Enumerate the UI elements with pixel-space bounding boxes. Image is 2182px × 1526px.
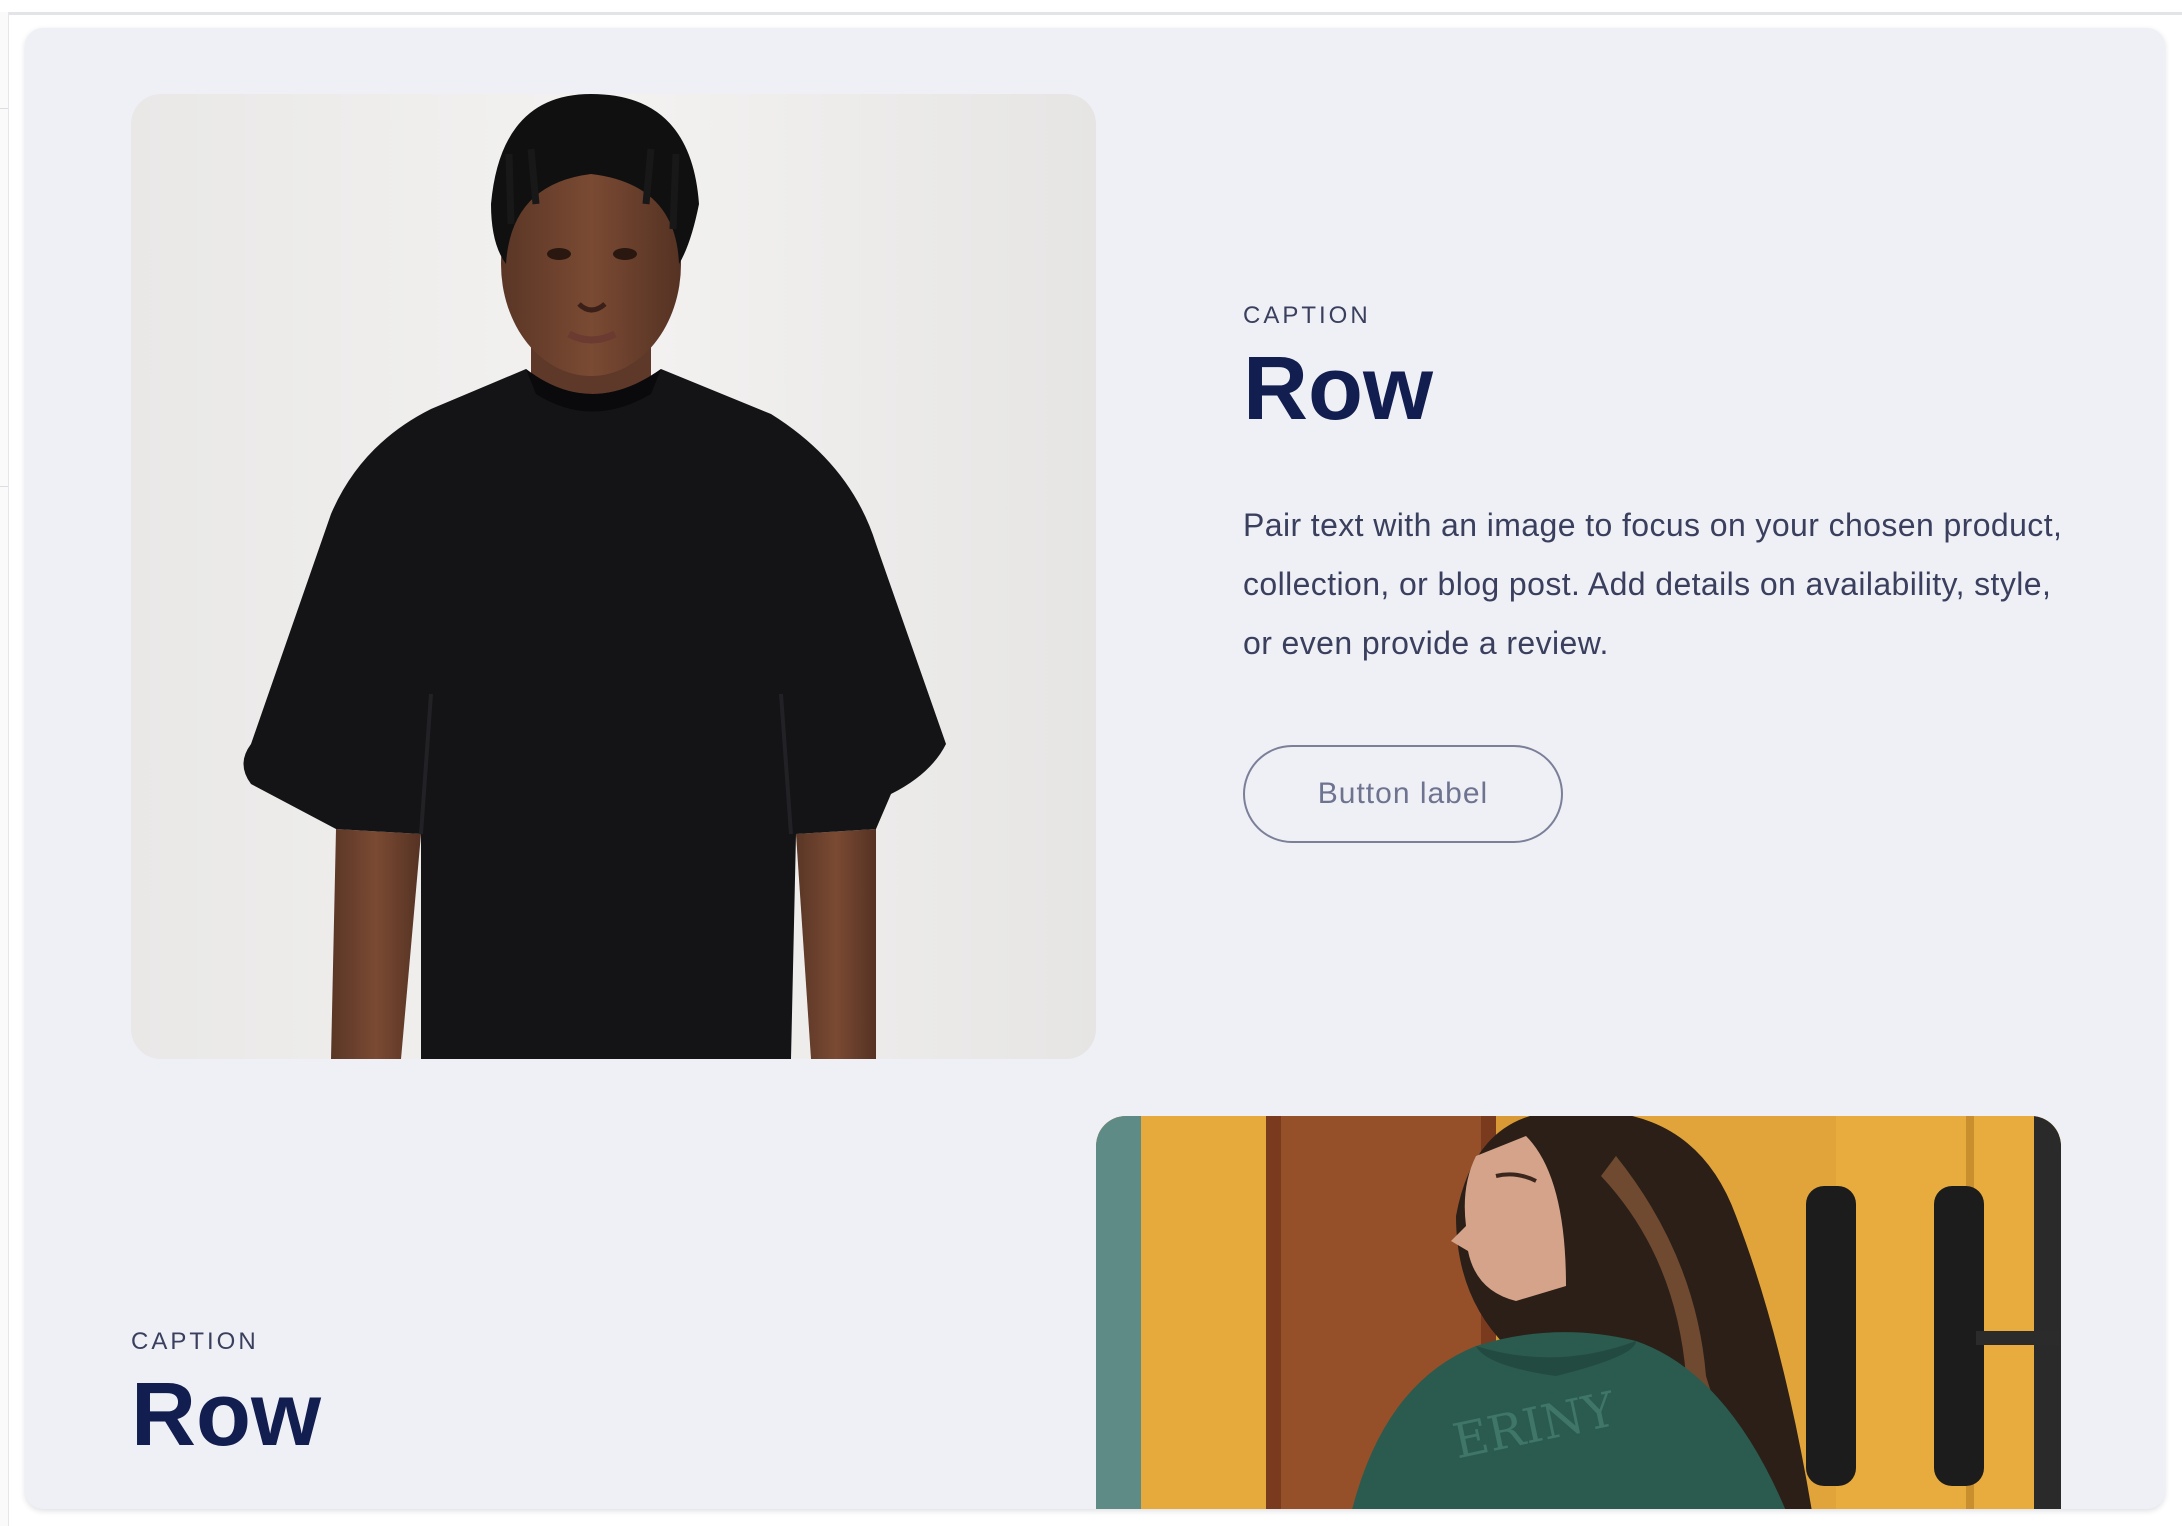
row-1-image xyxy=(131,94,1096,1059)
woman-in-green-sweatshirt-photo: ERINY xyxy=(1096,1116,2061,1509)
man-in-black-tshirt-photo xyxy=(131,94,1096,1059)
rail-divider xyxy=(0,108,8,109)
row-1-caption: CAPTION xyxy=(1243,302,1371,329)
row-2-heading: Row xyxy=(131,1365,321,1465)
row-2-text-block: CAPTION Row xyxy=(131,1328,951,1465)
row-2-caption: CAPTION xyxy=(131,1328,259,1355)
rail-divider xyxy=(0,486,8,487)
row-2-image: ERINY xyxy=(1096,1116,2061,1509)
row-1-text-block: CAPTION Row Pair text with an image to f… xyxy=(1243,304,2063,843)
left-rail xyxy=(0,12,9,1526)
row-1-heading: Row xyxy=(1243,339,1433,439)
top-border xyxy=(0,0,2182,15)
image-with-text-section: CAPTION Row Pair text with an image to f… xyxy=(25,28,2165,1509)
row-1-description: Pair text with an image to focus on your… xyxy=(1243,507,2063,661)
row-1-button[interactable]: Button label xyxy=(1243,745,1563,843)
